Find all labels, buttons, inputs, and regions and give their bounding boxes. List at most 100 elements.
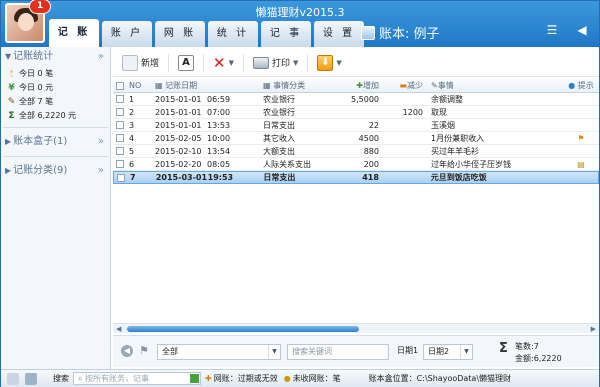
account-selector[interactable]: 账本: 例子 xyxy=(361,23,440,42)
tab-statistics[interactable]: 统 计 xyxy=(208,21,258,47)
sidebar-section-categories[interactable]: ▶ 记账分类(9)» xyxy=(1,161,110,181)
row-time: 07:00 xyxy=(207,107,231,117)
date1-label: 日期1 xyxy=(397,346,419,355)
horizontal-scrollbar[interactable]: ◀ ▶ xyxy=(113,323,599,333)
search-go-icon xyxy=(190,374,199,383)
print-button[interactable]: 打印 ▼ xyxy=(250,52,301,74)
row-number: 7 xyxy=(129,173,136,182)
row-increase: 22 xyxy=(368,120,379,130)
row-checkbox[interactable] xyxy=(113,95,125,104)
table-row[interactable]: 1 2015-01-01 06:59 农业银行 5,5000 余额调整 xyxy=(113,93,599,106)
row-description: 过年给小华侄子压岁钱 xyxy=(431,159,511,169)
flag-icon[interactable]: ⚑ xyxy=(139,344,149,357)
new-button[interactable]: 新增 xyxy=(119,52,162,74)
table-row[interactable]: 4 2015-02-05 10:00 其它收入 4500 1月份兼职收入 ⚑ xyxy=(113,132,599,145)
flag-icon: ⚑ xyxy=(577,133,585,143)
row-time: 10:00 xyxy=(207,133,231,143)
col-no[interactable]: NO xyxy=(125,81,155,90)
sidebar-item-today-amount[interactable]: ¥ 今日 0 元 xyxy=(1,81,110,95)
back-arrow-icon[interactable]: ◀ xyxy=(573,23,591,37)
chevron-down-icon: ▼ xyxy=(460,345,472,359)
sidebar-section-box[interactable]: ▶ 账本盒子(1)» xyxy=(1,132,110,152)
row-time: 08:05 xyxy=(207,159,231,169)
table-row[interactable]: 3 2015-01-01 13:53 日常支出 22 玉溪烟 xyxy=(113,119,599,132)
pencil-icon: ✎ xyxy=(7,97,16,107)
scroll-thumb[interactable] xyxy=(127,326,359,332)
table-row[interactable]: 6 2015-02-20 08:05 人际关系支出 200 过年给小华侄子压岁钱 ▤ xyxy=(113,158,599,171)
main-tabs: 记 账 账 户 网 账 统 计 记 事 设 置 xyxy=(49,19,364,47)
toolbar: 新增 A ✕ ▼ 打印 ▼ ⬇ ▼ xyxy=(113,49,599,77)
row-increase: 200 xyxy=(363,159,379,169)
sidebar: ▼ 记账统计» 🕯 今日 0 笔 ¥ 今日 0 元 ✎ 全部 7 笔 Σ 全部 6,222… xyxy=(1,47,111,369)
menu-icon[interactable]: ☰ xyxy=(543,23,561,37)
row-description: 元旦到饭店吃饭 xyxy=(430,173,487,182)
edit-button[interactable]: A xyxy=(175,52,197,74)
row-date: 2015-03-01 xyxy=(155,173,208,182)
row-decrease: 1200 xyxy=(402,107,423,117)
candle-icon: 🕯 xyxy=(10,69,13,79)
col-date[interactable]: ▦ 记账日期 xyxy=(155,80,207,91)
row-number: 6 xyxy=(129,159,135,169)
row-category: 农业银行 xyxy=(263,94,295,104)
printer-icon xyxy=(252,56,269,69)
tab-online-accounts[interactable]: 网 账 xyxy=(155,21,205,47)
row-number: 4 xyxy=(129,133,135,143)
row-increase: 5,5000 xyxy=(351,94,379,104)
row-time: 19:53 xyxy=(207,173,234,182)
count-summary: 笔数:7 xyxy=(515,342,539,351)
row-number: 1 xyxy=(129,94,135,104)
account-label: 账本: 例子 xyxy=(379,27,440,42)
sidebar-item-total-amount[interactable]: Σ 全部 6,2220 元 xyxy=(1,109,110,123)
col-category[interactable]: ▦ 事情分类 xyxy=(263,80,341,91)
row-date: 2015-01-01 xyxy=(155,94,202,104)
row-checkbox[interactable] xyxy=(113,134,125,143)
table-row[interactable]: 7 2015-03-01 19:53 日常支出 418 元旦到饭店吃饭 xyxy=(113,171,599,184)
row-checkbox[interactable] xyxy=(113,160,125,169)
ledger-icon xyxy=(361,25,375,40)
transactions-table: NO ▦ 记账日期 ▦ 事情分类 ✚增加 ▬减少 ✎事情 ● 提示 1 2015-… xyxy=(113,79,599,327)
tab-settings[interactable]: 设 置 xyxy=(314,21,364,47)
row-checkbox[interactable] xyxy=(113,108,125,117)
sidebar-item-today-count[interactable]: 🕯 今日 0 笔 xyxy=(1,67,110,81)
export-icon: ⬇ xyxy=(317,54,334,71)
scope-dropdown[interactable]: 全部 ▼ xyxy=(157,344,281,360)
table-row[interactable]: 5 2015-02-10 13:54 大额支出 880 买过年羊毛衫 xyxy=(113,145,599,158)
row-checkbox[interactable] xyxy=(113,121,125,130)
col-description[interactable]: ✎事情 xyxy=(427,80,563,91)
delete-button[interactable]: ✕ ▼ xyxy=(210,52,237,74)
col-decrease[interactable]: ▬减少 xyxy=(383,80,427,91)
summary-sigma-icon: Σ xyxy=(499,341,508,356)
status-bar: 搜索 ⌕ 按所有账务，记事 ✚ 网账：过期或无效 ● 未收网账：笔 账本盒位置：… xyxy=(1,369,599,387)
keyword-search-input[interactable]: 搜索关键词 xyxy=(287,344,389,360)
col-increase[interactable]: ✚增加 xyxy=(341,80,383,91)
row-date: 2015-02-10 xyxy=(155,146,202,156)
global-search-input[interactable]: ⌕ 按所有账务，记事 xyxy=(73,372,201,385)
collapse-icon: » xyxy=(97,51,104,62)
tab-bookkeeping[interactable]: 记 账 xyxy=(49,19,99,47)
filter-bar: ◀ ⚑ 全部 ▼ 搜索关键词 日期1 日期2 ▼ Σ 笔数:7 金额:6,2220 xyxy=(113,335,599,367)
row-category: 大额支出 xyxy=(263,146,295,156)
status-icon-1[interactable] xyxy=(7,372,19,385)
ledger-location: 账本盒位置：C:\ShayooData\懒猫理财 xyxy=(368,374,512,383)
tab-notes[interactable]: 记 事 xyxy=(261,21,311,47)
status-icon-2[interactable] xyxy=(25,372,37,385)
row-description: 买过年羊毛衫 xyxy=(431,146,479,156)
row-number: 3 xyxy=(129,120,135,130)
notification-badge[interactable]: 1 xyxy=(29,0,51,14)
tab-accounts[interactable]: 账 户 xyxy=(102,21,152,47)
row-checkbox[interactable] xyxy=(113,147,125,156)
col-hint[interactable]: ● 提示 xyxy=(563,80,599,91)
unreceived-icon: ● xyxy=(283,374,291,383)
row-date: 2015-02-05 xyxy=(155,133,202,143)
sidebar-item-total-count[interactable]: ✎ 全部 7 笔 xyxy=(1,95,110,109)
back-icon[interactable]: ◀ xyxy=(121,345,133,357)
chevron-down-icon: ▼ xyxy=(228,58,234,67)
yen-icon: ¥ xyxy=(8,83,15,93)
export-button[interactable]: ⬇ ▼ xyxy=(314,52,344,74)
table-row[interactable]: 2 2015-01-01 07:00 农业银行 1200 取现 xyxy=(113,106,599,119)
select-all-checkbox[interactable] xyxy=(116,81,124,90)
date2-dropdown[interactable]: 日期2 ▼ xyxy=(423,344,473,360)
row-checkbox[interactable] xyxy=(114,173,126,182)
sidebar-section-stats[interactable]: ▼ 记账统计» xyxy=(1,47,110,67)
delete-x-icon: ✕ xyxy=(213,53,226,72)
